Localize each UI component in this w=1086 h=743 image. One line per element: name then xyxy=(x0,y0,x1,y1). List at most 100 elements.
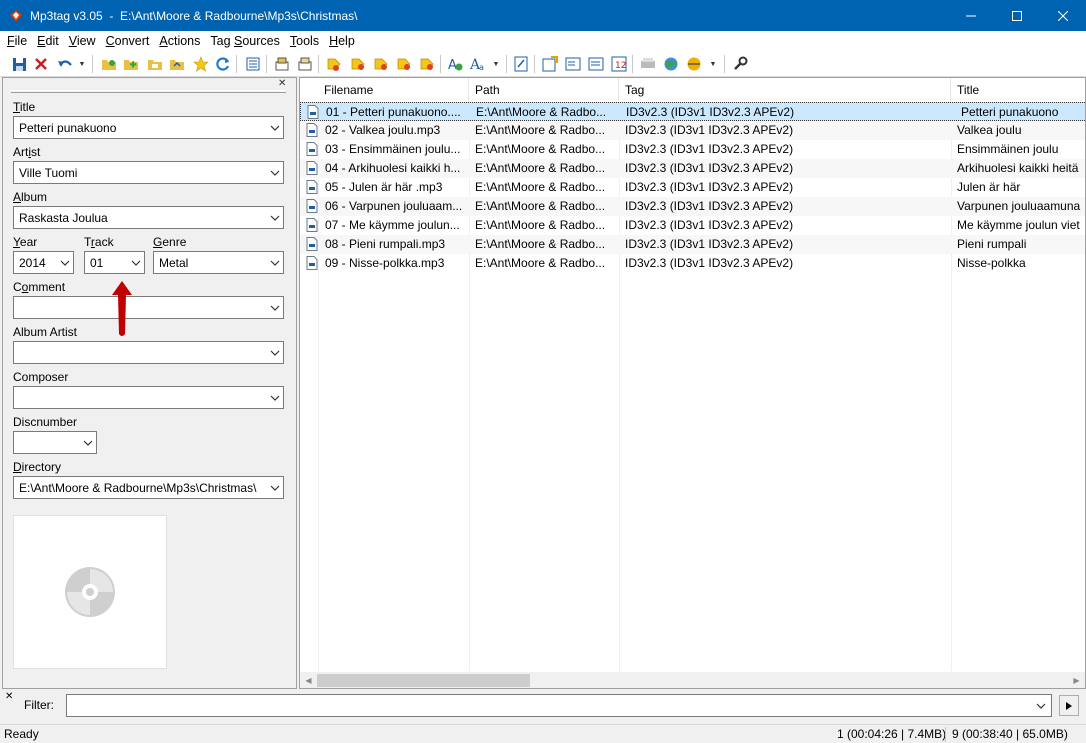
text-file-to-tag-icon[interactable] xyxy=(395,55,413,73)
autonumbering-icon[interactable]: A xyxy=(446,55,464,73)
case-conversion-icon[interactable]: Aa xyxy=(468,55,486,73)
web-source-icon[interactable] xyxy=(662,55,680,73)
chevron-down-icon[interactable] xyxy=(267,252,283,273)
chevron-down-icon[interactable] xyxy=(267,162,283,183)
tag-panel: ✕ Title Petteri punakuono Artist Ville T… xyxy=(2,77,297,689)
file-row[interactable]: 07 - Me käymme joulun... E:\Ant\Moore & … xyxy=(300,216,1085,235)
load-playlist-icon[interactable] xyxy=(146,55,164,73)
menu-tag-sources[interactable]: Tag Sources xyxy=(205,31,285,51)
save-playlist-icon[interactable] xyxy=(168,55,186,73)
scroll-left-icon[interactable]: ◀ xyxy=(300,672,317,688)
comment-field[interactable] xyxy=(13,296,284,319)
refresh-icon[interactable] xyxy=(214,55,232,73)
composer-field[interactable] xyxy=(13,386,284,409)
chevron-down-icon[interactable] xyxy=(1033,696,1049,715)
file-row[interactable]: 04 - Arkihuolesi kaikki h... E:\Ant\Moor… xyxy=(300,159,1085,178)
scroll-right-icon[interactable]: ▶ xyxy=(1068,672,1085,688)
file-row[interactable]: 01 - Petteri punakuono.... E:\Ant\Moore … xyxy=(300,102,1085,121)
create-playlist-icon[interactable] xyxy=(587,55,605,73)
album-field[interactable]: Raskasta Joulua xyxy=(13,206,284,229)
filter-input[interactable] xyxy=(66,694,1052,717)
close-button[interactable] xyxy=(1040,0,1086,31)
save-icon[interactable] xyxy=(10,55,28,73)
extended-tags-icon[interactable] xyxy=(512,55,530,73)
discnumber-label: Discnumber xyxy=(13,415,78,429)
cover-artwork[interactable] xyxy=(13,515,167,669)
undo-dropdown-icon[interactable]: ▼ xyxy=(78,55,86,73)
file-row[interactable]: 06 - Varpunen jouluaam... E:\Ant\Moore &… xyxy=(300,197,1085,216)
numbering-wizard-icon[interactable]: 12 xyxy=(610,55,628,73)
panel-grip[interactable] xyxy=(11,90,286,93)
chevron-down-icon[interactable] xyxy=(267,297,283,318)
close-panel-icon[interactable]: ✕ xyxy=(278,78,286,89)
tag-to-tag-icon[interactable] xyxy=(418,55,436,73)
menu-view[interactable]: View xyxy=(64,31,101,51)
export-icon[interactable] xyxy=(541,55,559,73)
title-cell: Julen är här xyxy=(957,180,1021,194)
file-row[interactable]: 09 - Nisse-polkka.mp3 E:\Ant\Moore & Rad… xyxy=(300,254,1085,273)
genre-field[interactable]: Metal xyxy=(153,251,284,274)
directory-label: Directory xyxy=(13,460,62,474)
scrollbar-thumb[interactable] xyxy=(317,674,530,687)
title-cell: Valkea joulu xyxy=(957,123,1022,137)
mp3tag-app-icon[interactable] xyxy=(8,8,24,24)
remove-tag-icon[interactable] xyxy=(32,55,50,73)
file-row[interactable]: 08 - Pieni rumpali.mp3 E:\Ant\Moore & Ra… xyxy=(300,235,1085,254)
audio-file-icon xyxy=(306,199,318,213)
rename-filename-icon[interactable] xyxy=(372,55,390,73)
year-field[interactable]: 2014 xyxy=(13,251,74,274)
directory-field[interactable]: E:\Ant\Moore & Radbourne\Mp3s\Christmas\ xyxy=(13,476,284,499)
annotation-arrow-icon xyxy=(112,281,132,336)
horizontal-scrollbar[interactable]: ◀ ▶ xyxy=(300,672,1085,688)
chevron-down-icon[interactable] xyxy=(128,252,144,273)
filename-to-tag-icon[interactable] xyxy=(349,55,367,73)
favorite-star-icon[interactable] xyxy=(192,55,210,73)
copy-tag-icon[interactable] xyxy=(273,55,291,73)
tag-sources-dropdown-icon[interactable]: ▼ xyxy=(709,55,717,73)
album-artist-field[interactable] xyxy=(13,341,284,364)
chevron-down-icon[interactable] xyxy=(267,342,283,363)
menu-convert[interactable]: Convert xyxy=(101,31,155,51)
maximize-button[interactable] xyxy=(994,0,1040,31)
chevron-down-icon[interactable] xyxy=(267,477,283,498)
column-header-title[interactable]: Title xyxy=(951,78,1085,101)
change-directory-icon[interactable] xyxy=(100,55,118,73)
chevron-down-icon[interactable] xyxy=(267,387,283,408)
file-row[interactable]: 02 - Valkea joulu.mp3 E:\Ant\Moore & Rad… xyxy=(300,121,1085,140)
chevron-down-icon[interactable] xyxy=(267,207,283,228)
chevron-down-icon[interactable] xyxy=(80,432,96,453)
tag-to-filename-icon[interactable] xyxy=(325,55,343,73)
import-icon[interactable] xyxy=(564,55,582,73)
title-bar: Mp3tag v3.05 - E:\Ant\Moore & Radbourne\… xyxy=(0,0,1086,31)
list-view-icon[interactable] xyxy=(244,55,262,73)
audio-file-icon xyxy=(306,180,318,194)
add-directory-icon[interactable] xyxy=(122,55,140,73)
actions-dropdown-icon[interactable]: ▼ xyxy=(492,55,500,73)
apply-filter-button[interactable] xyxy=(1059,695,1079,716)
title-field[interactable]: Petteri punakuono xyxy=(13,116,284,139)
artist-field[interactable]: Ville Tuomi xyxy=(13,161,284,184)
menu-tools[interactable]: Tools xyxy=(285,31,324,51)
file-list[interactable]: Filename Path Tag Title 01 - Petteri pun… xyxy=(299,77,1086,689)
chevron-down-icon[interactable] xyxy=(267,117,283,138)
file-row[interactable]: 05 - Julen är här .mp3 E:\Ant\Moore & Ra… xyxy=(300,178,1085,197)
menu-file[interactable]: File xyxy=(2,31,32,51)
column-header-path[interactable]: Path xyxy=(469,78,619,101)
menu-help[interactable]: Help xyxy=(324,31,360,51)
menu-edit[interactable]: Edit xyxy=(32,31,64,51)
tag-sources-icon[interactable] xyxy=(685,55,703,73)
filename-cell: 07 - Me käymme joulun... xyxy=(325,218,460,232)
minimize-button[interactable] xyxy=(948,0,994,31)
options-wrench-icon[interactable] xyxy=(731,55,749,73)
undo-icon[interactable] xyxy=(56,55,74,73)
menu-actions[interactable]: Actions xyxy=(154,31,205,51)
close-filter-icon[interactable]: ✕ xyxy=(5,691,13,702)
paste-tag-icon[interactable] xyxy=(296,55,314,73)
freedb-icon[interactable] xyxy=(639,55,657,73)
column-header-filename[interactable]: Filename xyxy=(318,78,469,101)
discnumber-field[interactable] xyxy=(13,431,97,454)
column-header-tag[interactable]: Tag xyxy=(619,78,951,101)
file-row[interactable]: 03 - Ensimmäinen joulu... E:\Ant\Moore &… xyxy=(300,140,1085,159)
track-field[interactable]: 01 xyxy=(84,251,145,274)
chevron-down-icon[interactable] xyxy=(57,252,73,273)
